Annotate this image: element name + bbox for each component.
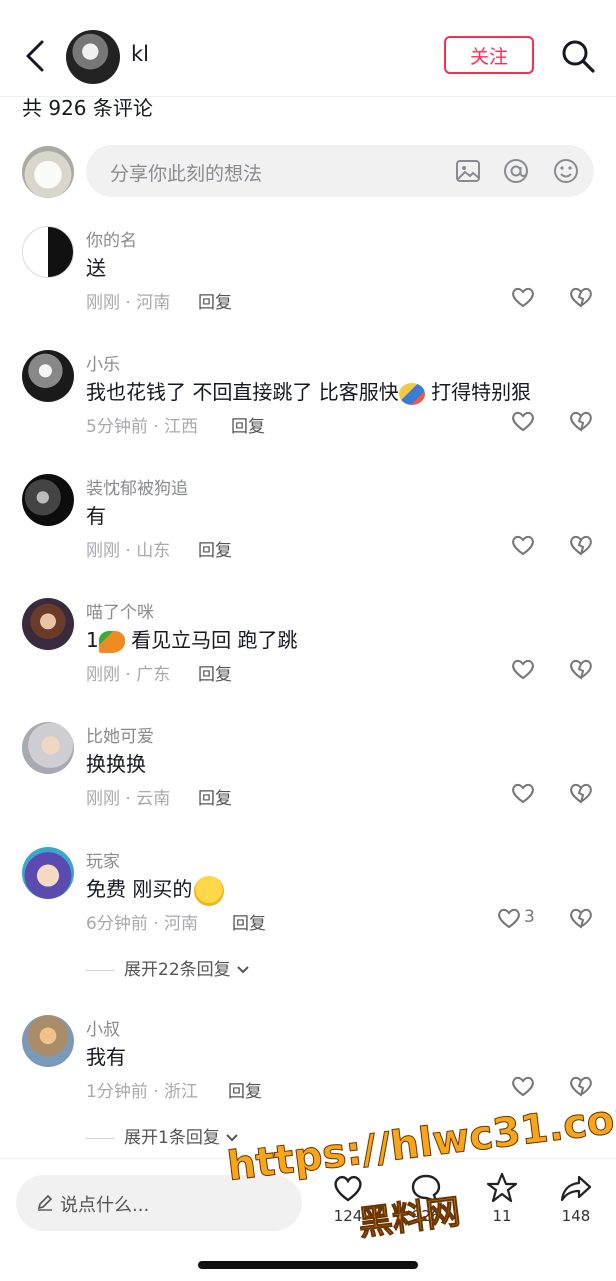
emoji-icon[interactable] — [552, 157, 580, 185]
comment-text: 送 — [86, 256, 106, 280]
commenter-avatar[interactable] — [22, 1015, 74, 1067]
commenter-name[interactable]: 比她可爱 — [86, 722, 154, 747]
chevron-down-icon — [226, 1134, 238, 1142]
commenter-name[interactable]: 小乐 — [86, 350, 120, 375]
mention-icon[interactable] — [502, 157, 530, 185]
image-icon[interactable] — [454, 157, 482, 185]
comment-text-part: 1 — [86, 628, 99, 652]
share-arrow-icon — [560, 1175, 592, 1202]
comment-text: 1 看见立马回 跑了跳 — [86, 624, 297, 653]
author-avatar[interactable] — [66, 30, 120, 84]
comment-text-part: 打得特别狠 — [431, 380, 532, 404]
reply-button[interactable]: 回复 — [198, 784, 232, 809]
search-icon[interactable] — [560, 38, 596, 74]
expand-replies-button[interactable]: 展开1条回复 — [86, 1123, 239, 1148]
like-heart-icon[interactable] — [510, 780, 536, 806]
dislike-broken-heart-icon[interactable] — [568, 284, 594, 310]
commenter-avatar[interactable] — [22, 722, 74, 774]
star-icon — [486, 1172, 518, 1203]
like-heart-icon[interactable] — [510, 532, 536, 558]
comment-time-location: 刚刚 · 河南 — [86, 293, 171, 313]
dislike-broken-heart-icon[interactable] — [568, 532, 594, 558]
dislike-broken-heart-icon[interactable] — [568, 408, 594, 434]
reply-button[interactable]: 回复 — [198, 660, 232, 685]
blush-emoji-icon — [194, 875, 225, 906]
reply-button[interactable]: 回复 — [232, 909, 266, 934]
back-arrow-icon[interactable] — [22, 38, 50, 74]
like-heart-icon[interactable] — [510, 1073, 536, 1099]
comment-time-location: 刚刚 · 广东 — [86, 665, 171, 685]
divider — [86, 969, 114, 971]
like-heart-icon[interactable] — [496, 905, 522, 931]
commenter-avatar[interactable] — [22, 598, 74, 650]
share-action[interactable]: 148 — [546, 1171, 606, 1225]
comment-time-location: 刚刚 · 山东 — [86, 541, 171, 561]
commenter-name[interactable]: 喵了个咪 — [86, 598, 154, 623]
comment-text-part: 免费 刚买的 — [86, 877, 193, 901]
comment-text: 免费 刚买的 — [86, 873, 225, 906]
carrot-emoji-icon — [98, 630, 125, 653]
divider — [86, 1137, 114, 1139]
author-name[interactable]: kl — [131, 42, 149, 66]
comment-time-location: 1分钟前 · 浙江 — [86, 1082, 199, 1102]
like-heart-icon[interactable] — [510, 656, 536, 682]
comment-count: 共 926 条评论 — [22, 96, 153, 120]
follow-button[interactable]: 关注 — [444, 36, 534, 74]
expand-replies-label: 展开1条回复 — [124, 1128, 220, 1148]
dislike-broken-heart-icon[interactable] — [568, 780, 594, 806]
commenter-avatar[interactable] — [22, 847, 74, 899]
comment-text: 我有 — [86, 1045, 126, 1069]
like-heart-icon[interactable] — [510, 408, 536, 434]
expand-replies-label: 展开22条回复 — [124, 960, 231, 980]
commenter-avatar[interactable] — [22, 350, 74, 402]
comment-text-part: 看见立马回 跑了跳 — [131, 628, 298, 652]
comment-time-location: 6分钟前 · 河南 — [86, 914, 199, 934]
dislike-broken-heart-icon[interactable] — [568, 1073, 594, 1099]
commenter-name[interactable]: 小叔 — [86, 1015, 120, 1040]
dislike-broken-heart-icon[interactable] — [568, 905, 594, 931]
my-avatar — [22, 146, 74, 198]
commenter-name[interactable]: 装忱郁被狗追 — [86, 474, 188, 499]
reply-button[interactable]: 回复 — [198, 288, 232, 313]
like-heart-icon[interactable] — [510, 284, 536, 310]
comment-text: 我也花钱了 不回直接跳了 比客服快 打得特别狠 — [86, 376, 531, 405]
reply-button[interactable]: 回复 — [198, 536, 232, 561]
dislike-broken-heart-icon[interactable] — [568, 656, 594, 682]
reply-button[interactable]: 回复 — [231, 412, 265, 437]
comment-text: 换换换 — [86, 752, 146, 776]
comment-time-location: 5分钟前 · 江西 — [86, 417, 199, 437]
favorite-total: 11 — [492, 1207, 512, 1225]
comment-time-location: 刚刚 · 云南 — [86, 789, 171, 809]
chevron-down-icon — [237, 966, 249, 974]
comment-text-part: 我也花钱了 不回直接跳了 比客服快 — [86, 380, 399, 404]
pencil-icon — [37, 1194, 53, 1211]
comment-text: 有 — [86, 504, 106, 528]
running-emoji-icon — [398, 382, 425, 405]
say-something-placeholder: 说点什么... — [60, 1195, 150, 1216]
commenter-avatar[interactable] — [22, 226, 74, 278]
commenter-name[interactable]: 你的名 — [86, 226, 137, 251]
top-bar: kl 关注 — [0, 0, 616, 97]
comment-input-placeholder: 分享你此刻的想法 — [110, 163, 263, 185]
expand-replies-button[interactable]: 展开22条回复 — [86, 955, 250, 980]
like-count: 3 — [524, 907, 535, 927]
share-total: 148 — [561, 1207, 591, 1225]
home-indicator — [198, 1261, 418, 1269]
commenter-name[interactable]: 玩家 — [86, 847, 120, 872]
commenter-avatar[interactable] — [22, 474, 74, 526]
comment-input[interactable]: 分享你此刻的想法 — [86, 145, 594, 197]
reply-button[interactable]: 回复 — [228, 1077, 262, 1102]
favorite-action[interactable]: 11 — [472, 1171, 532, 1225]
